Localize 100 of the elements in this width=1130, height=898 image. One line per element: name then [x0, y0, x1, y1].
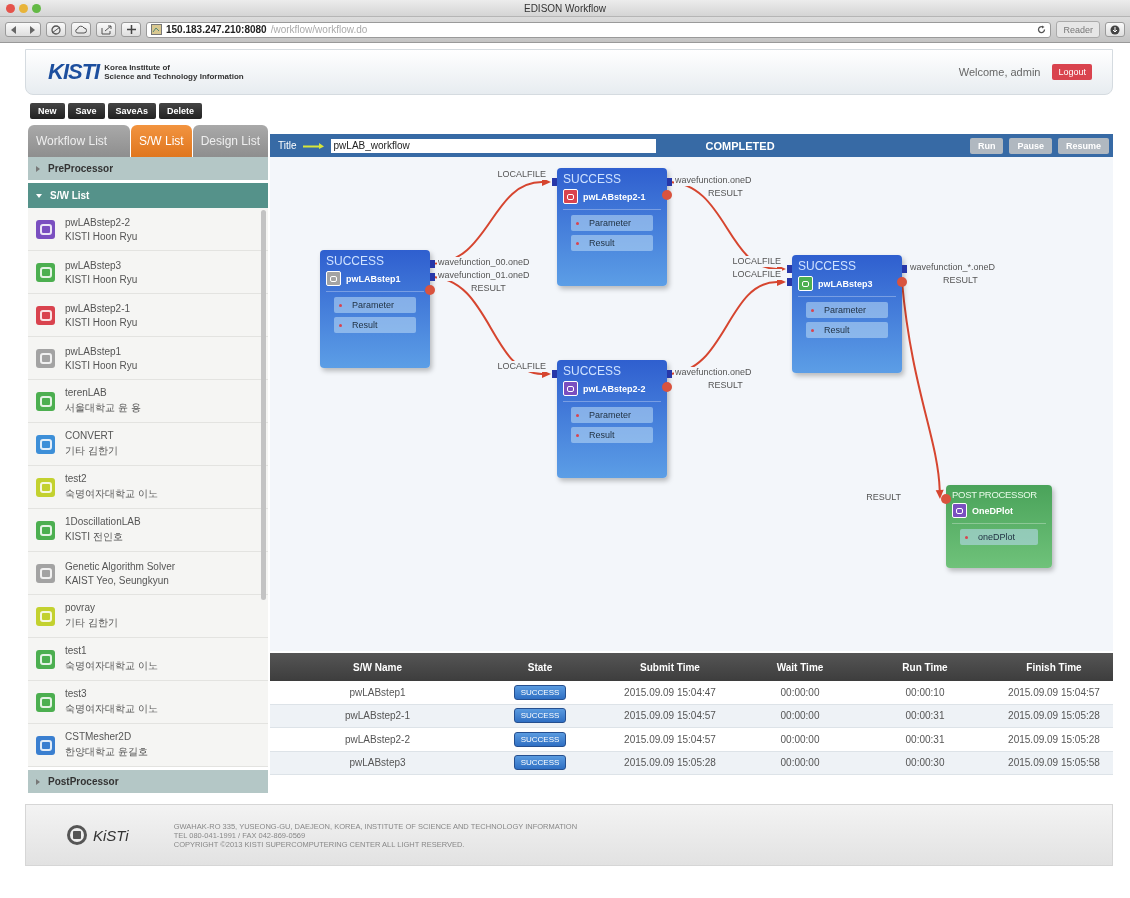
node-name: pwLABstep2-1	[583, 191, 646, 202]
node-status: SUCCESS	[798, 259, 857, 273]
state-badge: SUCCESS	[513, 708, 567, 724]
column-header: State	[526, 661, 554, 673]
column-header: S/W Name	[352, 661, 403, 673]
software-name: test1	[65, 645, 88, 656]
toolbar-button[interactable]: Delete	[159, 103, 203, 119]
welcome-text: Welcome, admin	[958, 66, 1041, 78]
software-owner: 서울대학교 윤 용	[65, 401, 141, 415]
node-port-button[interactable]: Parameter	[571, 215, 653, 231]
table-cell-text: 00:00:30	[904, 757, 946, 769]
node-name: pwLABstep2-2	[583, 383, 646, 394]
software-name: test2	[65, 473, 88, 484]
table-cell-text: 2015.09.09 15:05:28	[1007, 733, 1101, 745]
footer-logo: KiSTi	[93, 826, 129, 844]
column-header: Wait Time	[775, 661, 825, 673]
state-badge: SUCCESS	[513, 731, 567, 747]
software-name: 1DoscillationLAB	[65, 516, 141, 527]
software-name: povray	[65, 602, 96, 613]
table-cell-text: pwLABstep3	[348, 757, 407, 769]
toolbar-button[interactable]: SaveAs	[107, 103, 157, 119]
software-name: pwLABstep1	[65, 345, 123, 357]
port-label: RESULT	[942, 275, 979, 286]
table-cell-text: 2015.09.09 15:05:28	[1007, 710, 1101, 722]
node-port-button[interactable]: Parameter	[571, 407, 653, 423]
software-list-item[interactable]: povray 기타 김한기	[28, 595, 268, 638]
table-cell-text: pwLABstep2-2	[343, 733, 411, 745]
software-owner: 숙명여자대학교 이노	[65, 702, 158, 716]
software-name: pwLABstep2-1	[65, 302, 132, 314]
logout-button[interactable]: Logout	[1052, 64, 1092, 80]
table-cell-text: 00:00:00	[779, 757, 821, 769]
node-name: pwLABstep3	[818, 278, 873, 289]
table-row[interactable]: pwLABstep2-1 SUCCESS 2015.09.09 15:04:57 00:00:00 00:00:31 2015.09.09 15:05:28	[270, 704, 1113, 728]
port-label: wavefunction.oneD	[674, 175, 753, 186]
reader-button[interactable]: Reader	[1056, 21, 1100, 38]
toolbar-button[interactable]: Save	[67, 103, 105, 119]
software-name: CSTMesher2D	[65, 731, 133, 742]
software-list-item[interactable]: test3 숙명여자대학교 이노	[28, 681, 268, 724]
address-bar[interactable]: 150.183.247.210:8080 /workflow/workflow.do	[146, 21, 1052, 38]
organization-name: Korea Institute of Science and Technology Information	[104, 63, 244, 81]
port-label: LOCALFILE	[731, 269, 782, 280]
table-cell-text: 2015.09.09 15:04:57	[1007, 686, 1101, 698]
table-cell-text: 2015.09.09 15:04:57	[623, 733, 717, 745]
table-cell-text: pwLABstep1	[348, 686, 407, 698]
software-owner: KISTI 전인호	[65, 530, 124, 544]
port-label: LOCALFILE	[496, 361, 547, 372]
node-port-button[interactable]: oneDPlot	[960, 529, 1038, 545]
table-cell-text: 2015.09.09 15:05:58	[1007, 757, 1101, 769]
title-field[interactable]: pwLAB_workflow	[330, 138, 656, 153]
node-status: SUCCESS	[563, 172, 622, 186]
node-port-button[interactable]: Result	[571, 235, 653, 251]
table-cell-text: 00:00:00	[779, 686, 821, 698]
node-port-button[interactable]: Result	[571, 427, 653, 443]
workflow-status: COMPLETED	[705, 139, 775, 152]
window-title: EDISON Workflow	[523, 2, 607, 14]
section-title: S/W List	[50, 190, 90, 201]
workflow-node[interactable]: SUCCESS pwLABstep2-1 Parameter Result	[557, 168, 667, 286]
table-cell-text: 00:00:10	[904, 686, 946, 698]
table-cell-text: 00:00:31	[904, 710, 946, 722]
workflow-node[interactable]: SUCCESS pwLABstep1 Parameter Result	[320, 250, 430, 368]
software-owner: 숙명여자대학교 이노	[65, 659, 158, 673]
state-badge: SUCCESS	[513, 684, 567, 700]
workflow-node[interactable]: SUCCESS pwLABstep3 Parameter Result	[792, 255, 902, 373]
port-label: RESULT	[707, 380, 744, 391]
node-status: POST PROCESSOR	[952, 489, 1038, 500]
node-name: pwLABstep1	[346, 273, 401, 284]
table-cell-text: 2015.09.09 15:04:47	[623, 686, 717, 698]
toolbar-button[interactable]: New	[30, 103, 65, 119]
section-header[interactable]: PostProcessor	[28, 770, 268, 793]
post-processor-node[interactable]: POST PROCESSOR OneDPlot oneDPlot	[946, 485, 1052, 568]
table-cell-text: 2015.09.09 15:05:28	[623, 757, 717, 769]
port-label: wavefunction_00.oneD	[437, 257, 531, 268]
software-owner: 숙명여자대학교 이노	[65, 487, 158, 501]
table-row[interactable]: pwLABstep3 SUCCESS 2015.09.09 15:05:28 00:00:00 00:00:30 2015.09.09 15:05:58	[270, 751, 1113, 775]
port-label: LOCALFILE	[731, 256, 782, 267]
software-name: pwLABstep2-2	[65, 216, 132, 228]
logo: KISTI	[48, 59, 100, 85]
port-label: RESULT	[707, 188, 744, 199]
node-port-button[interactable]: Parameter	[334, 297, 416, 313]
software-name: test3	[65, 688, 88, 699]
software-name: CONVERT	[65, 430, 115, 441]
table-cell-text: 00:00:00	[779, 710, 821, 722]
port-label: wavefunction_*.oneD	[909, 262, 997, 273]
section-header[interactable]: S/W List	[28, 183, 268, 208]
port-label: RESULT	[865, 492, 902, 503]
software-owner: 한양대학교 윤길호	[65, 745, 148, 759]
section-title: PreProcessor	[48, 163, 114, 174]
software-list-item[interactable]: CSTMesher2D 한양대학교 윤길호	[28, 724, 268, 767]
section-header[interactable]: PreProcessor	[28, 157, 268, 180]
port-label: RESULT	[470, 283, 507, 294]
port-label: wavefunction.oneD	[674, 367, 753, 378]
node-port-button[interactable]: Result	[334, 317, 416, 333]
software-name: terenLAB	[65, 387, 108, 398]
software-name: Genetic Algorithm Solver	[65, 560, 176, 572]
state-badge: SUCCESS	[513, 755, 567, 771]
node-port-button[interactable]: Result	[806, 322, 888, 338]
node-port-button[interactable]: Parameter	[806, 302, 888, 318]
software-list-item[interactable]: test1 숙명여자대학교 이노	[28, 638, 268, 681]
workflow-node[interactable]: SUCCESS pwLABstep2-2 Parameter Result	[557, 360, 667, 478]
table-cell-text: 00:00:31	[904, 733, 946, 745]
